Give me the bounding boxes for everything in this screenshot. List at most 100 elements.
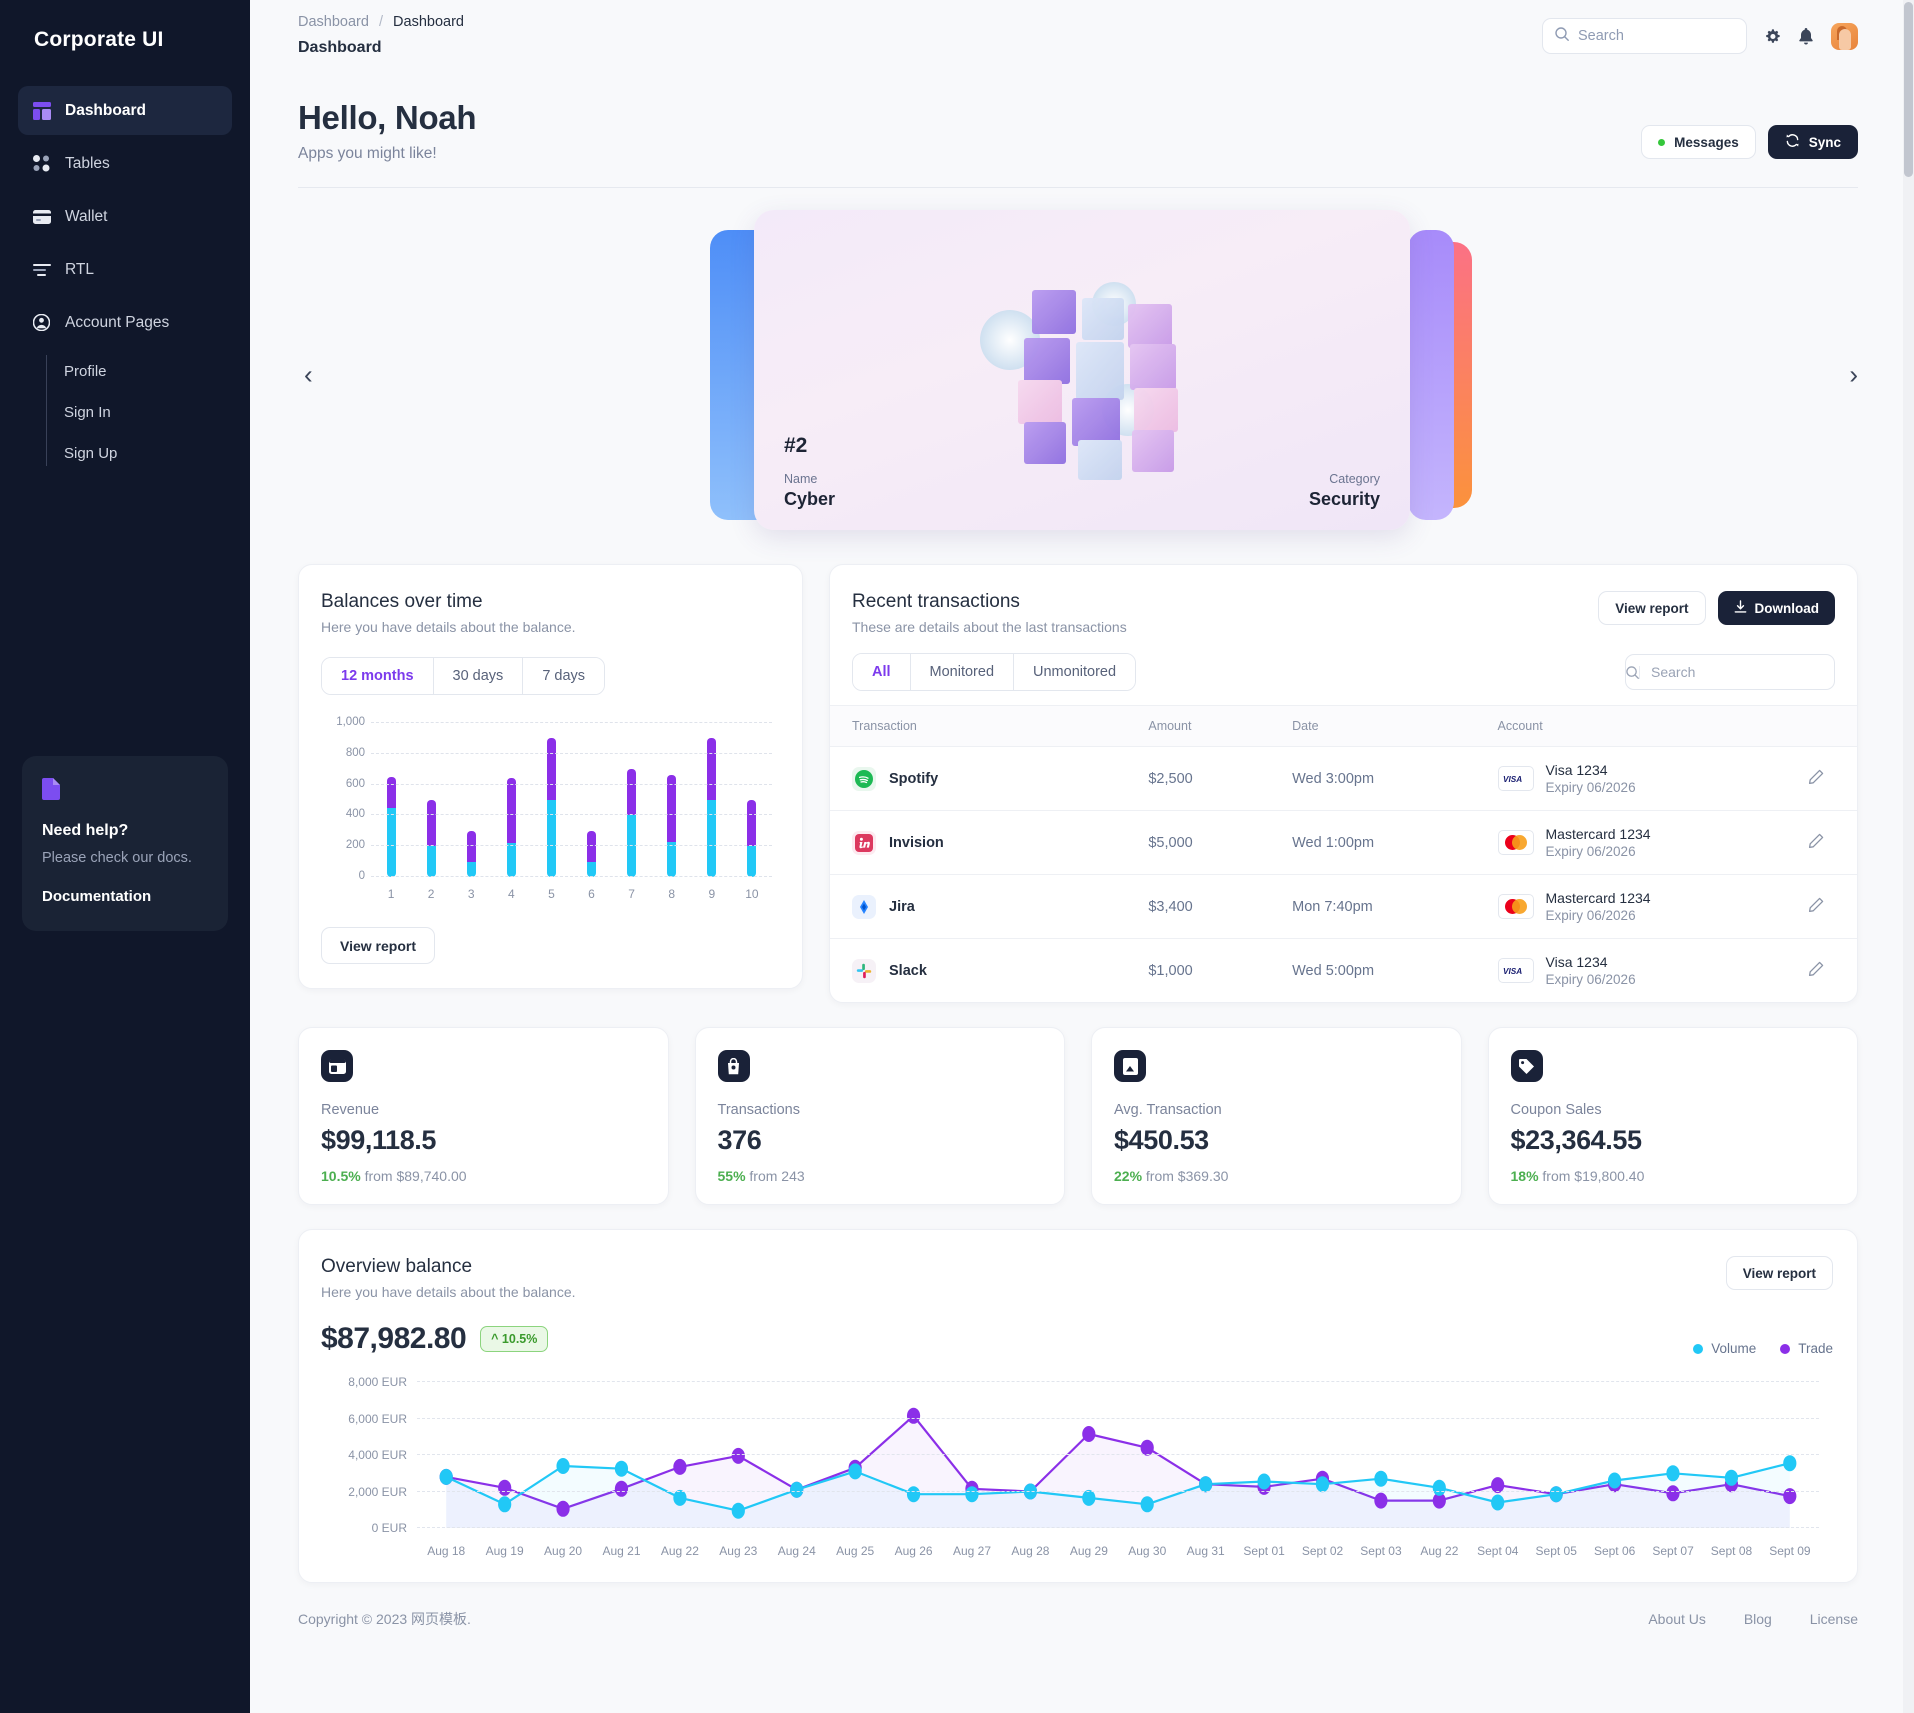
bell-icon[interactable] — [1798, 27, 1814, 45]
line-x-tick: Aug 22 — [1420, 1544, 1459, 1558]
breadcrumb-root[interactable]: Dashboard — [298, 14, 369, 30]
account-icon — [32, 313, 51, 332]
balances-view-report-button[interactable]: View report — [321, 927, 435, 964]
stat-delta-from: from $19,800.40 — [1542, 1168, 1645, 1184]
sync-icon — [1785, 133, 1800, 151]
edit-icon[interactable] — [1808, 961, 1824, 981]
cell-date: Wed 1:00pm — [1292, 810, 1498, 875]
footer-link-about-us[interactable]: About Us — [1648, 1611, 1706, 1627]
sidebar-item-wallet[interactable]: Wallet — [18, 192, 232, 241]
sync-button[interactable]: Sync — [1767, 125, 1858, 159]
stats-row: Revenue $99,118.5 10.5% from $89,740.00 Tra… — [250, 1027, 1914, 1205]
bar-column[interactable] — [371, 723, 411, 877]
bar-segment-volume — [506, 843, 516, 877]
bar-column[interactable] — [451, 723, 491, 877]
bar-column[interactable] — [491, 723, 531, 877]
edit-icon[interactable] — [1808, 833, 1824, 853]
cell-edit[interactable] — [1775, 939, 1857, 1003]
carousel-next-icon[interactable]: › — [1849, 360, 1858, 391]
filter-tab-monitored[interactable]: Monitored — [910, 654, 1015, 690]
footer-link-blog[interactable]: Blog — [1744, 1611, 1772, 1627]
line-chart-x-axis: Aug 18 Aug 19 Aug 20 Aug 21 Aug 22 Aug 23 Aug … — [417, 1544, 1819, 1558]
messages-button[interactable]: Messages — [1641, 125, 1756, 159]
bar-stack — [546, 738, 556, 877]
range-7-days[interactable]: 7 days — [523, 658, 605, 694]
range-12-months[interactable]: 12 months — [322, 658, 434, 694]
balances-title: Balances over time — [321, 591, 483, 612]
cell-edit[interactable] — [1774, 746, 1857, 811]
scrollbar-track[interactable] — [1903, 0, 1914, 1713]
range-30-days[interactable]: 30 days — [433, 658, 524, 694]
carousel-card-behind-right-1[interactable] — [1408, 230, 1454, 520]
transactions-download-button[interactable]: Download — [1717, 591, 1835, 625]
cell-edit[interactable] — [1774, 810, 1857, 875]
bar-column[interactable] — [411, 723, 451, 877]
transactions-view-report-button[interactable]: View report — [1598, 591, 1706, 625]
column-amount: Amount — [1148, 705, 1293, 747]
line-y-tick: 2,000 EUR — [348, 1484, 407, 1499]
table-row[interactable]: Invision $5,000 Wed 1:00pm Mastercard 1234 E… — [830, 810, 1857, 875]
sidebar-subitem-label: Profile — [64, 363, 107, 380]
bar-column[interactable] — [612, 723, 652, 877]
bar-stack — [386, 776, 396, 877]
account-info: VISA Visa 1234 Expiry 06/2026 — [1497, 954, 1775, 987]
filter-tab-unmonitored[interactable]: Unmonitored — [1014, 654, 1136, 690]
cell-edit[interactable] — [1774, 874, 1857, 939]
sidebar-item-profile[interactable]: Profile — [64, 351, 232, 392]
sidebar-item-account-pages[interactable]: Account Pages — [18, 298, 232, 347]
transactions-filters-row: All Monitored Unmonitored — [830, 635, 1857, 705]
cell-account: Mastercard 1234 Expiry 06/2026 — [1497, 810, 1775, 875]
table-row[interactable]: Spotify $2,500 Wed 3:00pm VISA Visa 1234 Expi… — [830, 746, 1857, 811]
main-content: Dashboard / Dashboard Dashboard Search H… — [250, 0, 1914, 1713]
carousel-prev-icon[interactable]: ‹ — [304, 360, 313, 391]
sidebar-subitem-label: Sign Up — [64, 445, 118, 462]
filter-tab-all[interactable]: All — [853, 654, 911, 690]
sidebar-item-sign-in[interactable]: Sign In — [64, 392, 232, 433]
carousel-card-active[interactable]: #2 Name Cyber Category Security — [754, 210, 1410, 530]
account-card: Mastercard 1234 — [1545, 826, 1651, 842]
stat-card: Coupon Sales $23,364.55 18% from $19,800.4… — [1487, 1027, 1858, 1205]
footer-link-license[interactable]: License — [1810, 1611, 1858, 1627]
table-row[interactable]: Jira $3,400 Mon 7:40pm Mastercard 1234 Expir… — [830, 874, 1857, 939]
legend-item-volume: Volume — [1693, 1341, 1756, 1356]
account-text: Visa 1234 Expiry 06/2026 — [1546, 762, 1636, 795]
bar-column[interactable] — [692, 723, 732, 877]
edit-icon[interactable] — [1808, 769, 1824, 789]
scrollbar-thumb[interactable] — [1904, 2, 1913, 177]
sidebar-item-rtl[interactable]: RTL — [18, 245, 232, 294]
sidebar-item-tables[interactable]: Tables — [18, 139, 232, 188]
stat-value: $99,118.5 — [321, 1125, 437, 1155]
status-dot-icon — [1658, 138, 1666, 146]
overview-view-report-button[interactable]: View report — [1725, 1256, 1833, 1290]
transactions-title: Recent transactions — [852, 591, 1020, 612]
balances-bar-chart: 0 200 400 600 800 1,000 1 2 3 4 5 6 7 8 9 10 — [321, 716, 778, 907]
table-row[interactable]: Slack $1,000 Wed 5:00pm VISA Visa 1234 Expiry… — [830, 939, 1857, 1003]
account-expiry: Expiry 06/2026 — [1545, 780, 1636, 795]
breadcrumb-current: Dashboard — [393, 14, 464, 30]
bar-x-tick: 4 — [507, 887, 515, 901]
bar-segment-volume — [747, 846, 757, 877]
stat-label: Coupon Sales — [1510, 1102, 1602, 1118]
carousel-stage: #2 Name Cyber Category Security — [710, 210, 1472, 540]
bar-column[interactable] — [571, 723, 611, 877]
cell-amount: $5,000 — [1148, 810, 1293, 875]
documentation-link[interactable]: Documentation — [42, 888, 208, 905]
bar-column[interactable] — [732, 723, 772, 877]
search-input[interactable] — [1578, 28, 1734, 44]
line-gridline — [417, 1381, 1819, 1382]
search-box[interactable] — [1542, 18, 1747, 54]
bar-column[interactable] — [531, 723, 571, 877]
gear-icon[interactable] — [1764, 28, 1781, 45]
bar-segment-volume — [386, 807, 396, 877]
sidebar-item-sign-up[interactable]: Sign Up — [64, 433, 232, 474]
edit-icon[interactable] — [1808, 897, 1824, 917]
legend-item-trade: Trade — [1780, 1341, 1833, 1356]
hero-text: Hello, Noah Apps you might like! — [298, 99, 477, 163]
bar-column[interactable] — [652, 723, 692, 877]
transactions-search-input[interactable] — [1640, 664, 1843, 680]
avatar[interactable] — [1831, 22, 1858, 50]
sidebar-item-dashboard[interactable]: Dashboard — [18, 86, 232, 135]
wallet-card-icon — [321, 1050, 353, 1082]
cell-date: Wed 3:00pm — [1292, 746, 1498, 811]
transactions-search-box[interactable] — [1625, 654, 1843, 690]
